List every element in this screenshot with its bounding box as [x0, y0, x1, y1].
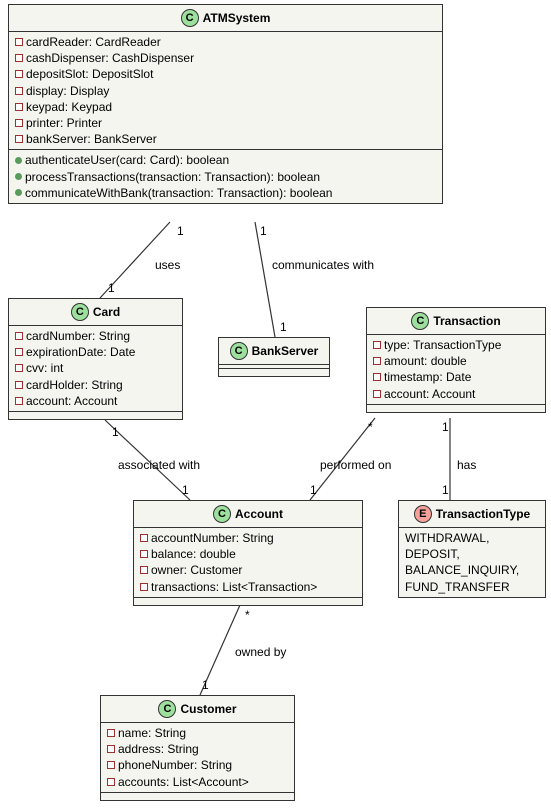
mult: *	[245, 608, 250, 622]
method: authenticateUser(card: Card): boolean	[25, 152, 229, 168]
mult: 1	[177, 224, 184, 238]
attr: printer: Printer	[26, 115, 102, 131]
enum-value: FUND_TRANSFER	[405, 579, 510, 595]
class-icon: C	[158, 700, 176, 718]
attr: account: Account	[26, 393, 117, 409]
mult: *	[368, 420, 373, 434]
enum-value: DEPOSIT,	[405, 546, 460, 562]
attr: name: String	[118, 725, 186, 741]
class-icon: C	[213, 505, 231, 523]
mult: 1	[260, 224, 267, 238]
class-icon: C	[71, 303, 89, 321]
mult: 1	[442, 420, 449, 434]
attr: display: Display	[26, 83, 109, 99]
enum-value: BALANCE_INQUIRY,	[405, 562, 519, 578]
rel-label-performed: performed on	[320, 458, 391, 472]
attr: cvv: int	[26, 360, 63, 376]
class-card: C Card cardNumber: String expirationDate…	[8, 298, 183, 420]
method: processTransactions(transaction: Transac…	[25, 169, 320, 185]
class-title: Account	[235, 507, 283, 521]
attr: expirationDate: Date	[26, 344, 135, 360]
attr: timestamp: Date	[384, 369, 471, 385]
attr: accountNumber: String	[151, 530, 274, 546]
class-icon: C	[230, 342, 248, 360]
attr: depositSlot: DepositSlot	[26, 66, 153, 82]
class-title: Transaction	[433, 314, 500, 328]
mult: 1	[442, 483, 449, 497]
attr-icon	[15, 38, 23, 46]
mult: 1	[280, 320, 287, 334]
method-icon	[15, 157, 22, 164]
rel-label-owned: owned by	[235, 645, 286, 659]
attr: owner: Customer	[151, 562, 242, 578]
class-account: C Account accountNumber: String balance:…	[133, 500, 363, 606]
class-atmsystem: C ATMSystem cardReader: CardReader cashD…	[8, 4, 443, 204]
enum-value: WITHDRAWAL,	[405, 530, 489, 546]
rel-label-has: has	[457, 458, 476, 472]
mult: 1	[112, 425, 119, 439]
class-customer: C Customer name: String address: String …	[100, 695, 295, 801]
rel-label-communicates: communicates with	[272, 258, 374, 272]
method: communicateWithBank(transaction: Transac…	[25, 185, 332, 201]
class-icon: C	[411, 312, 429, 330]
class-title: ATMSystem	[203, 11, 271, 25]
attr: cashDispenser: CashDispenser	[26, 50, 194, 66]
class-title: Card	[93, 305, 120, 319]
attr: keypad: Keypad	[26, 99, 112, 115]
mult: 1	[310, 483, 317, 497]
rel-label-uses: uses	[155, 258, 180, 272]
attr: cardNumber: String	[26, 328, 130, 344]
attr: cardHolder: String	[26, 377, 123, 393]
attr: bankServer: BankServer	[26, 131, 157, 147]
mult: 1	[202, 678, 209, 692]
attr: balance: double	[151, 546, 236, 562]
attr: transactions: List<Transaction>	[151, 579, 317, 595]
enum-icon: E	[414, 505, 432, 523]
class-title: TransactionType	[436, 507, 530, 521]
class-bankserver: C BankServer	[218, 337, 330, 377]
attr: account: Account	[384, 386, 475, 402]
enum-transactiontype: E TransactionType WITHDRAWAL, DEPOSIT, B…	[398, 500, 546, 598]
attr: amount: double	[384, 353, 467, 369]
class-title: BankServer	[252, 344, 319, 358]
attr: phoneNumber: String	[118, 757, 232, 773]
class-transaction: C Transaction type: TransactionType amou…	[366, 307, 546, 413]
attr: type: TransactionType	[384, 337, 501, 353]
rel-label-associated: associated with	[118, 458, 200, 472]
attr: cardReader: CardReader	[26, 34, 161, 50]
mult: 1	[108, 281, 115, 295]
mult: 1	[182, 483, 189, 497]
class-icon: C	[181, 9, 199, 27]
attr: address: String	[118, 741, 199, 757]
attr: accounts: List<Account>	[118, 774, 249, 790]
class-title: Customer	[180, 702, 236, 716]
